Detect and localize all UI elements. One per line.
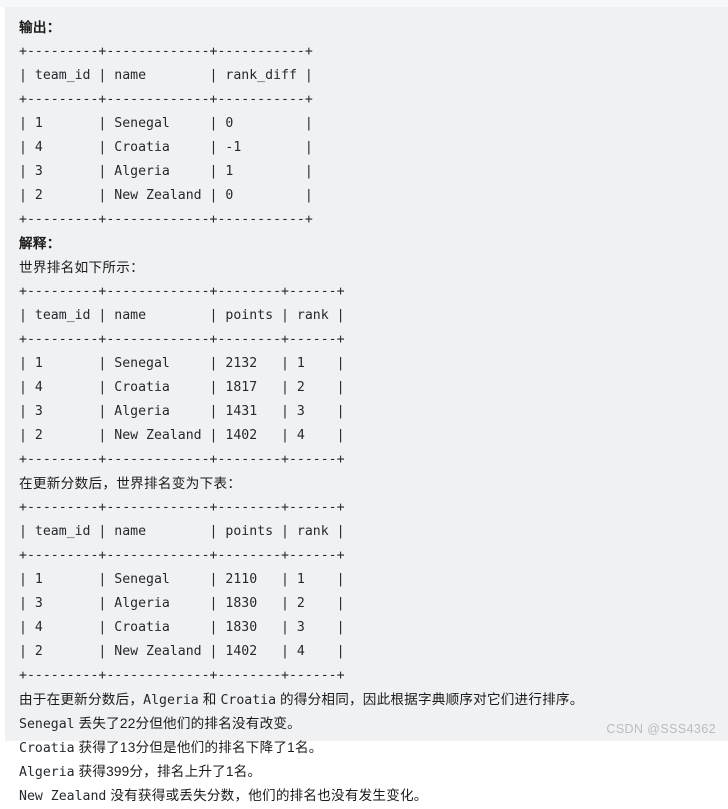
output-table-bottom-rule: +---------+-------------+-----------+	[19, 212, 313, 227]
table-row: | 1 | Senegal | 0 |	[19, 116, 313, 131]
note-team-algeria: Algeria	[19, 765, 75, 780]
code-block: 输出： +---------+-------------+-----------…	[5, 7, 728, 804]
output-table-top-rule: +---------+-------------+-----------+	[19, 44, 313, 59]
output-heading: 输出：	[19, 20, 61, 35]
world-rank-table-header-rule: +---------+-------------+--------+------…	[19, 332, 345, 347]
note-tie-suffix: 的得分相同，因此根据字典顺序对它们进行排序。	[276, 692, 584, 707]
note-algeria: Algeria 获得399分，排名上升了1名。	[19, 760, 728, 784]
note-team-new-zealand: New Zealand	[19, 789, 107, 804]
world-rank-table-header: | team_id | name | points | rank |	[19, 308, 345, 323]
output-table-header: | team_id | name | rank_diff |	[19, 68, 313, 83]
note-tie-prefix: 由于在更新分数后，	[19, 692, 144, 707]
note-team-senegal: Senegal	[19, 717, 75, 732]
after-update-intro: 在更新分数后，世界排名变为下表：	[19, 476, 242, 491]
table-row: | 3 | Algeria | 1830 | 2 |	[19, 596, 345, 611]
updated-rank-table-top-rule: +---------+-------------+--------+------…	[19, 500, 345, 515]
updated-rank-table-header-rule: +---------+-------------+--------+------…	[19, 548, 345, 563]
table-row: | 1 | Senegal | 2132 | 1 |	[19, 356, 345, 371]
note-team-croatia: Croatia	[220, 693, 277, 708]
world-rank-intro: 世界排名如下所示：	[19, 260, 145, 275]
note-algeria-text: 获得399分，排名上升了1名。	[74, 764, 262, 779]
note-croatia: Croatia 获得了13分但是他们的排名下降了1名。	[19, 736, 728, 760]
note-new-zealand: New Zealand 没有获得或丢失分数，他们的排名也没有发生变化。	[19, 784, 728, 808]
note-tie-conjunction: 和	[198, 692, 221, 707]
output-table-header-rule: +---------+-------------+-----------+	[19, 92, 313, 107]
updated-rank-table-bottom-rule: +---------+-------------+--------+------…	[19, 668, 345, 683]
note-team-algeria: Algeria	[143, 693, 199, 708]
csdn-watermark: CSDN @SSS4362	[606, 722, 716, 736]
top-white-strip	[0, 0, 728, 7]
table-row: | 4 | Croatia | 1830 | 3 |	[19, 620, 345, 635]
table-row: | 3 | Algeria | 1 |	[19, 164, 313, 179]
world-rank-table-top-rule: +---------+-------------+--------+------…	[19, 284, 345, 299]
explanation-heading: 解释：	[19, 236, 61, 251]
table-row: | 4 | Croatia | 1817 | 2 |	[19, 380, 345, 395]
note-senegal-text: 丢失了22分但他们的排名没有改变。	[74, 716, 301, 731]
note-croatia-text: 获得了13分但是他们的排名下降了1名。	[74, 740, 323, 755]
table-row: | 2 | New Zealand | 0 |	[19, 188, 313, 203]
note-tie-order: 由于在更新分数后，Algeria 和 Croatia 的得分相同，因此根据字典顺…	[19, 688, 728, 712]
note-team-croatia: Croatia	[19, 741, 75, 756]
world-rank-table-bottom-rule: +---------+-------------+--------+------…	[19, 452, 345, 467]
table-row: | 4 | Croatia | -1 |	[19, 140, 313, 155]
note-new-zealand-text: 没有获得或丢失分数，他们的排名也没有发生变化。	[106, 788, 428, 803]
table-row: | 2 | New Zealand | 1402 | 4 |	[19, 644, 345, 659]
table-row: | 2 | New Zealand | 1402 | 4 |	[19, 428, 345, 443]
table-row: | 3 | Algeria | 1431 | 3 |	[19, 404, 345, 419]
page-root: 输出： +---------+-------------+-----------…	[0, 0, 728, 804]
table-row: | 1 | Senegal | 2110 | 1 |	[19, 572, 345, 587]
updated-rank-table-header: | team_id | name | points | rank |	[19, 524, 345, 539]
